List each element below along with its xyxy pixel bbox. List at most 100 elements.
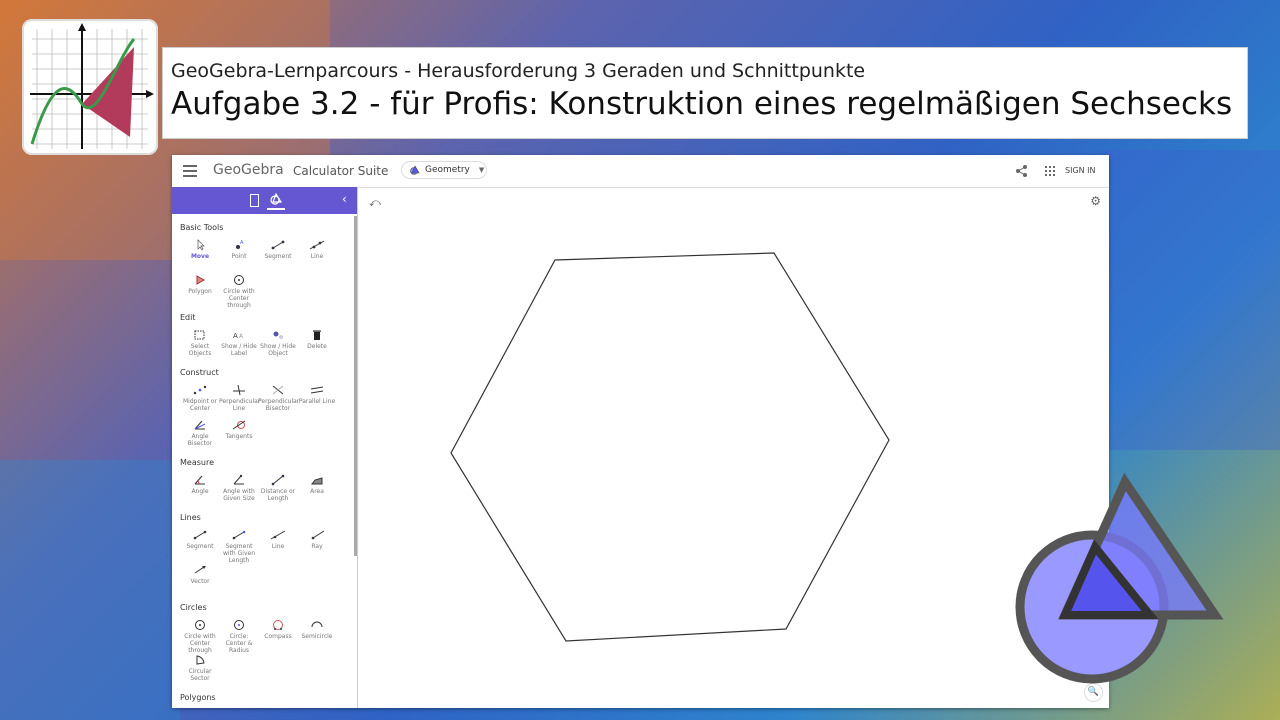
apps-grid-icon[interactable] [1045,166,1055,176]
tool-compass[interactable]: Compass [258,619,298,640]
perpendicular-icon [233,384,245,396]
tool-show-hide-object[interactable]: Show / Hide Object [258,329,298,357]
tool-vector[interactable]: Vector [180,564,220,585]
tool-label: Distance or Length [260,488,296,502]
sign-in-button[interactable]: SIGN IN [1065,166,1096,175]
tool-lines-line[interactable]: Line [258,529,298,550]
tool-label: Delete [307,343,327,350]
tool-label: Vector [190,578,210,585]
tool-segment-given-length[interactable]: Segment with Given Length [219,529,259,564]
tool-tangents[interactable]: Tangents [219,419,259,440]
category-measure: Measure [180,458,214,467]
title-box: GeoGebra-Lernparcours - Herausforderung … [162,47,1248,139]
tool-angle-bisector[interactable]: Angle Bisector [180,419,220,447]
tool-label: Perpendicular Line [219,398,261,412]
tool-distance[interactable]: Distance or Length [258,474,298,502]
tool-line[interactable]: Line [297,239,337,260]
label-icon: AA [233,332,244,340]
share-icon[interactable] [1015,164,1029,178]
tools-icon[interactable] [270,193,282,205]
graphics-view[interactable]: ⤺ ⚙ 🔍 [359,188,1109,708]
svg-text:A: A [239,333,244,340]
tool-circle-center-radius[interactable]: Circle: Center & Radius [219,619,259,654]
tool-label: Line [310,253,324,260]
tool-perpendicular-line[interactable]: Perpendicular Line [219,384,261,412]
tool-select-objects[interactable]: Select Objects [180,329,220,357]
tools-panel: ‹ Basic Tools Move A Point Segment Line … [172,187,358,708]
tool-semicircle[interactable]: Semicircle [297,619,337,640]
svg-text:A: A [240,240,244,246]
tool-label: Circular Sector [188,668,212,682]
tool-circle-through[interactable]: Circle with Center through [180,619,220,654]
compass-icon [273,620,283,630]
tool-label: Angle with Given Size [223,488,255,502]
tool-angle[interactable]: Angle [180,474,220,495]
tool-area[interactable]: Area [297,474,337,495]
tangents-icon [232,420,246,430]
menu-icon[interactable] [183,165,197,177]
tool-midpoint[interactable]: Midpoint or Center [180,384,220,412]
move-icon [197,239,205,251]
tool-move[interactable]: Move [180,239,220,260]
header-subtitle: GeoGebra-Lernparcours - Herausforderung … [171,60,866,82]
tool-angle-given-size[interactable]: Angle with Given Size [219,474,259,502]
tool-circle-center-through[interactable]: Circle with Center through [219,274,259,309]
category-polygons: Polygons [180,693,216,702]
line-icon [309,240,325,250]
trash-icon [313,330,321,340]
hexagon-drawing [450,252,890,642]
category-basic-tools: Basic Tools [180,223,224,232]
segment-length-icon [232,530,246,540]
tool-point[interactable]: A Point [219,239,259,260]
geogebra-app-window: GeoGebra Calculator Suite Geometry ▼ SIG… [172,155,1109,708]
tool-label: Show / Hide Object [260,343,296,357]
tool-label: Segment [264,253,292,260]
category-lines: Lines [180,513,201,522]
circle-icon [195,620,205,630]
ray-icon [311,530,325,540]
tool-label: Show / Hide Label [221,343,257,357]
sector-icon [196,655,205,665]
tool-parallel-line[interactable]: Parallel Line [297,384,337,405]
tool-circular-sector[interactable]: Circular Sector [180,654,220,682]
tool-label: Angle Bisector [187,433,213,447]
parallel-icon [310,386,324,394]
tool-delete[interactable]: Delete [297,329,337,350]
background-tile [1100,150,1280,450]
tool-show-hide-label[interactable]: AA Show / Hide Label [219,329,259,357]
tool-ray[interactable]: Ray [297,529,337,550]
tool-label: Segment [186,543,214,550]
geogebra-logo [1015,472,1224,684]
panel-scrollbar[interactable] [354,216,357,556]
tool-lines-segment[interactable]: Segment [180,529,220,550]
vector-icon [194,566,206,574]
tool-label: Perpendicular Bisector [258,398,300,412]
distance-icon [271,474,285,486]
tab-indicator [267,208,285,210]
calculator-icon[interactable] [250,194,259,207]
brand-wordmark: GeoGebra [213,162,284,178]
tool-polygon[interactable]: Polygon [180,274,220,295]
tool-label: Move [190,253,210,260]
suite-label: Calculator Suite [293,164,389,178]
circle-icon [234,275,244,285]
segment-icon [271,240,285,250]
course-logo [22,19,158,155]
tool-label: Segment with Given Length [223,543,255,564]
area-icon [311,477,323,485]
tool-label: Tangents [225,433,253,440]
app-picker[interactable]: Geometry ▼ [401,161,487,179]
tool-label: Angle [191,488,209,495]
angle-bisector-icon [194,420,206,430]
tool-label: Point [231,253,247,260]
tool-label: Area [310,488,324,495]
regular-hexagon[interactable] [450,252,890,642]
background-tile [0,460,180,720]
tool-label: Semicircle [301,633,333,640]
select-icon [194,330,205,340]
tool-label: Line [271,543,285,550]
collapse-icon[interactable]: ‹ [342,192,347,206]
tool-segment[interactable]: Segment [258,239,298,260]
tool-perpendicular-bisector[interactable]: Perpendicular Bisector [258,384,300,412]
top-bar: GeoGebra Calculator Suite Geometry ▼ SIG… [172,155,1109,188]
